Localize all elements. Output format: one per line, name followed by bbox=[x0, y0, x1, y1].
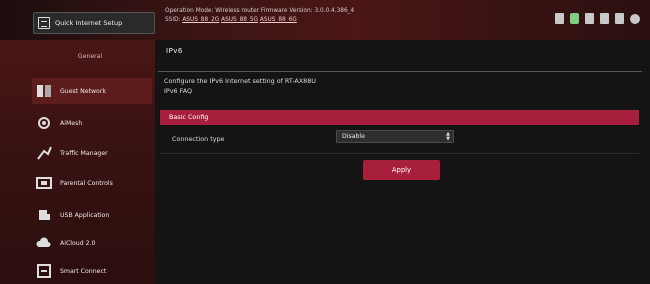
faq-link[interactable]: IPv6 FAQ bbox=[164, 86, 316, 96]
sidebar-item-label: Traffic Manager bbox=[60, 149, 108, 157]
lock-icon[interactable] bbox=[615, 13, 624, 24]
sidebar-item-label: Guest Network bbox=[60, 87, 106, 95]
network-status-icon[interactable] bbox=[570, 13, 579, 24]
aimesh-icon bbox=[36, 115, 52, 131]
page-description: Configure the IPv6 Internet setting of R… bbox=[164, 76, 316, 96]
quick-internet-setup-button[interactable]: Quick Internet Setup bbox=[33, 12, 155, 34]
sidebar-item-label: USB Application bbox=[60, 211, 110, 219]
sidebar-heading: General bbox=[77, 53, 103, 60]
sidebar-item-guest-network[interactable]: Guest Network bbox=[32, 78, 152, 104]
connection-type-label: Connection type bbox=[172, 135, 225, 143]
settings-gear-icon[interactable] bbox=[630, 13, 640, 24]
sidebar-item-label: Parental Controls bbox=[60, 179, 113, 187]
sidebar-item-aicloud[interactable]: AiCloud 2.0 bbox=[32, 230, 152, 256]
sidebar: General Guest Network AiMesh Traffic Man… bbox=[0, 40, 155, 284]
sidebar-item-aimesh[interactable]: AiMesh bbox=[32, 110, 152, 136]
status-info: Operation Mode: Wireless router Firmware… bbox=[165, 7, 465, 25]
connection-type-select[interactable]: Disable ▲ ▼ bbox=[336, 130, 454, 143]
setup-icon bbox=[38, 17, 50, 29]
cloud-icon bbox=[36, 235, 52, 251]
description-text: Configure the IPv6 Internet setting of R… bbox=[164, 77, 316, 85]
usb-icon bbox=[36, 207, 52, 223]
ssid-link-6g[interactable]: ASUS_88_6G bbox=[260, 17, 297, 23]
connection-type-value: Disable bbox=[342, 133, 365, 140]
sidebar-item-label: AiMesh bbox=[60, 119, 83, 127]
status-line-2: SSID: ASUS_88_2G ASUS_88_5G ASUS_88_6G bbox=[165, 16, 465, 25]
select-arrows-icon: ▲ ▼ bbox=[446, 131, 450, 142]
sidebar-item-smart-connect[interactable]: Smart Connect bbox=[32, 258, 152, 284]
apply-button[interactable]: Apply bbox=[363, 160, 440, 180]
notification-icon[interactable] bbox=[600, 13, 609, 24]
usb-status-icon[interactable] bbox=[585, 13, 594, 24]
field-divider bbox=[160, 153, 639, 154]
sidebar-item-label: AiCloud 2.0 bbox=[60, 239, 96, 247]
top-icons bbox=[555, 13, 640, 24]
sidebar-item-traffic-manager[interactable]: Traffic Manager bbox=[32, 140, 152, 166]
guest-network-icon bbox=[36, 83, 52, 99]
top-header: Quick Internet Setup Operation Mode: Wir… bbox=[0, 0, 650, 40]
traffic-icon bbox=[36, 145, 52, 161]
title-divider bbox=[158, 71, 642, 72]
parental-controls-icon bbox=[36, 175, 52, 191]
ssid-link-2g[interactable]: ASUS_88_2G bbox=[182, 17, 219, 23]
page-title: IPv6 bbox=[166, 47, 183, 55]
sidebar-item-parental-controls[interactable]: Parental Controls bbox=[32, 170, 152, 196]
status-line-1: Operation Mode: Wireless router Firmware… bbox=[165, 8, 355, 14]
quick-internet-setup-label: Quick Internet Setup bbox=[55, 19, 123, 27]
ssid-link-5g[interactable]: ASUS_88_5G bbox=[221, 17, 258, 23]
app-icon[interactable] bbox=[555, 13, 564, 24]
sidebar-item-usb-application[interactable]: USB Application bbox=[32, 202, 152, 228]
section-header: Basic Config bbox=[160, 110, 639, 125]
sidebar-item-label: Smart Connect bbox=[60, 267, 107, 275]
main-panel: IPv6 Configure the IPv6 Internet setting… bbox=[158, 40, 642, 284]
ssid-prefix: SSID: bbox=[165, 17, 181, 23]
smart-connect-icon bbox=[36, 263, 52, 279]
